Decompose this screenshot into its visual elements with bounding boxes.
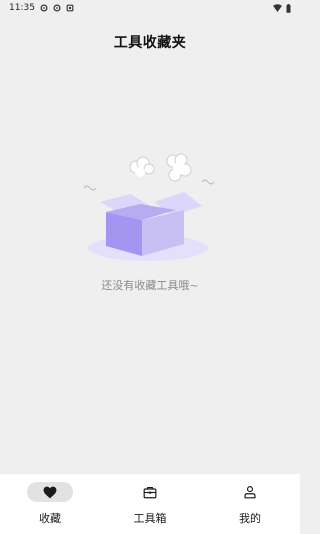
settings-icon <box>53 4 61 12</box>
nav-icon-pill <box>227 482 273 502</box>
status-bar: 11:35 <box>0 0 300 16</box>
wifi-icon <box>273 4 282 12</box>
status-right <box>273 3 291 13</box>
nav-icon-pill <box>127 482 173 502</box>
smoke-puff-left <box>129 156 155 177</box>
nav-label-favorites: 收藏 <box>39 512 61 525</box>
battery-icon <box>286 3 291 13</box>
settings-icon <box>40 4 48 12</box>
toolbox-icon <box>143 486 157 498</box>
bottom-nav: 收藏 工具箱 我的 <box>0 474 300 534</box>
nav-label-toolbox: 工具箱 <box>133 512 167 525</box>
nav-item-profile[interactable]: 我的 <box>200 482 300 526</box>
nav-label-profile: 我的 <box>239 512 261 525</box>
status-left: 11:35 <box>9 3 74 13</box>
squiggle-right <box>201 179 215 185</box>
nav-item-favorites[interactable]: 收藏 <box>0 482 100 526</box>
notification-icon <box>66 4 74 12</box>
page-title: 工具收藏夹 <box>113 35 187 51</box>
empty-box-illustration <box>83 153 215 261</box>
empty-message: 还没有收藏工具哦~ <box>101 279 199 292</box>
nav-icon-pill <box>27 482 73 502</box>
squiggle-left <box>83 185 97 191</box>
heart-icon <box>43 486 57 498</box>
title-bar: 工具收藏夹 <box>0 28 300 56</box>
status-time: 11:35 <box>9 3 35 13</box>
smoke-puff-right <box>166 153 192 182</box>
person-icon <box>244 486 256 499</box>
nav-item-toolbox[interactable]: 工具箱 <box>100 482 200 526</box>
